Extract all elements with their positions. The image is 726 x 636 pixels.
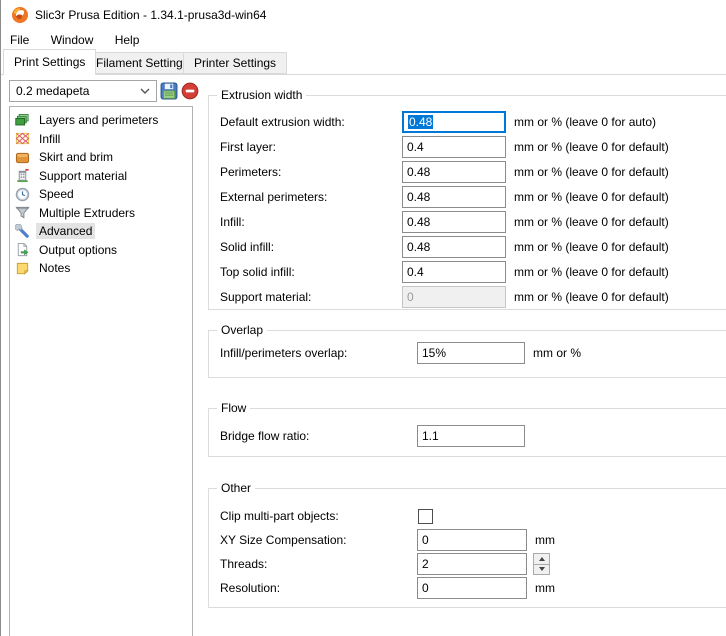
field-label: Clip multi-part objects: (220, 509, 417, 523)
field-label: Resolution: (220, 581, 417, 595)
tab-strip-border (1, 74, 726, 75)
default-extrusion-width-input[interactable]: 0.48 (402, 111, 506, 133)
selected-text: 0.48 (408, 115, 433, 129)
tree-item-output-options[interactable]: Output options (10, 241, 192, 260)
resolution-input[interactable] (417, 577, 527, 599)
field-label: Solid infill: (220, 240, 402, 254)
perimeters-width-input[interactable] (402, 161, 506, 183)
tree-item-support-material[interactable]: Support material (10, 167, 192, 186)
solid-infill-width-input[interactable] (402, 236, 506, 258)
notes-icon (15, 261, 30, 276)
group-legend: Flow (217, 401, 250, 416)
spinner-down-button[interactable] (533, 565, 550, 576)
tab-printer-settings[interactable]: Printer Settings (183, 52, 287, 74)
chevron-down-icon (140, 88, 150, 94)
group-legend: Other (217, 481, 255, 496)
tree-item-skirt-and-brim[interactable]: Skirt and brim (10, 148, 192, 167)
spinner-up-button[interactable] (533, 553, 550, 565)
field-hint: mm or % (leave 0 for auto) (514, 115, 656, 129)
delete-preset-button[interactable] (181, 82, 199, 100)
menu-file[interactable]: File (1, 30, 38, 50)
tree-item-label: Layers and perimeters (36, 112, 161, 128)
settings-tree: Layers and perimeters Infill Skirt and b… (9, 106, 193, 636)
field-hint: mm (535, 533, 555, 547)
tree-item-layers-and-perimeters[interactable]: Layers and perimeters (10, 111, 192, 130)
group-extrusion-width: Extrusion width Default extrusion width:… (208, 95, 726, 310)
tree-item-label: Support material (36, 168, 130, 184)
support-material-icon (15, 168, 30, 183)
field-label: Perimeters: (220, 165, 402, 179)
preset-dropdown-value: 0.2 medapeta (16, 84, 89, 98)
threads-input[interactable] (417, 553, 527, 575)
tree-item-speed[interactable]: Speed (10, 185, 192, 204)
clip-multipart-objects-checkbox[interactable] (418, 509, 433, 524)
field-label: Support material: (220, 290, 402, 304)
field-hint: mm or % (leave 0 for default) (514, 290, 669, 304)
field-hint: mm or % (leave 0 for default) (514, 240, 669, 254)
layers-icon (15, 113, 30, 128)
tree-item-label: Speed (36, 186, 77, 202)
field-label: Infill: (220, 215, 402, 229)
tab-print-settings[interactable]: Print Settings (3, 49, 96, 75)
tree-item-advanced[interactable]: Advanced (10, 222, 192, 241)
output-options-icon (15, 242, 30, 257)
tree-item-label: Multiple Extruders (36, 205, 138, 221)
field-hint: mm or % (leave 0 for default) (514, 140, 669, 154)
slic3r-logo-icon (11, 6, 29, 24)
threads-spinner (533, 553, 550, 575)
field-label: External perimeters: (220, 190, 402, 204)
field-label: Threads: (220, 557, 417, 571)
first-layer-width-input[interactable] (402, 136, 506, 158)
spinner-up-icon (539, 557, 545, 561)
tree-item-infill[interactable]: Infill (10, 130, 192, 149)
tree-item-label: Skirt and brim (36, 149, 116, 165)
preset-dropdown[interactable]: 0.2 medapeta (9, 80, 157, 102)
menu-window[interactable]: Window (42, 30, 103, 50)
menu-help[interactable]: Help (106, 30, 149, 50)
external-perimeters-width-input[interactable] (402, 186, 506, 208)
field-label: Top solid infill: (220, 265, 402, 279)
skirt-brim-icon (15, 150, 30, 165)
group-legend: Extrusion width (217, 88, 306, 103)
delete-icon (181, 82, 199, 100)
bridge-flow-ratio-input[interactable] (417, 425, 525, 447)
field-label: Infill/perimeters overlap: (220, 346, 417, 360)
infill-perimeters-overlap-input[interactable] (417, 342, 525, 364)
title-bar: Slic3r Prusa Edition - 1.34.1-prusa3d-wi… (1, 0, 726, 30)
save-icon (160, 82, 178, 100)
tree-item-label: Output options (36, 242, 120, 258)
tree-item-label: Notes (36, 260, 73, 276)
group-overlap: Overlap Infill/perimeters overlap: mm or… (208, 330, 726, 378)
infill-width-input[interactable] (402, 211, 506, 233)
spinner-down-icon (539, 567, 545, 571)
menu-bar: File Window Help (1, 30, 726, 50)
tree-item-notes[interactable]: Notes (10, 259, 192, 278)
speed-icon (15, 187, 30, 202)
advanced-icon (15, 224, 30, 239)
xy-size-compensation-input[interactable] (417, 529, 527, 551)
tree-item-multiple-extruders[interactable]: Multiple Extruders (10, 204, 192, 223)
field-hint: mm or % (leave 0 for default) (514, 215, 669, 229)
field-hint: mm or % (leave 0 for default) (514, 165, 669, 179)
field-hint: mm or % (533, 346, 581, 360)
field-hint: mm or % (leave 0 for default) (514, 265, 669, 279)
field-label: Default extrusion width: (220, 115, 402, 129)
infill-icon (15, 131, 30, 146)
field-label: XY Size Compensation: (220, 533, 417, 547)
top-solid-infill-width-input[interactable] (402, 261, 506, 283)
group-other: Other Clip multi-part objects: XY Size C… (208, 488, 726, 608)
save-preset-button[interactable] (160, 82, 178, 100)
field-label: First layer: (220, 140, 402, 154)
tree-item-label: Infill (36, 131, 63, 147)
field-label: Bridge flow ratio: (220, 429, 417, 443)
support-material-width-input (402, 286, 506, 308)
field-hint: mm or % (leave 0 for default) (514, 190, 669, 204)
window-title: Slic3r Prusa Edition - 1.34.1-prusa3d-wi… (35, 0, 266, 30)
tree-item-label: Advanced (36, 223, 95, 239)
app-window: Slic3r Prusa Edition - 1.34.1-prusa3d-wi… (0, 0, 726, 636)
multiple-extruders-icon (15, 205, 30, 220)
field-hint: mm (535, 581, 555, 595)
group-flow: Flow Bridge flow ratio: (208, 408, 726, 457)
group-legend: Overlap (217, 323, 267, 338)
